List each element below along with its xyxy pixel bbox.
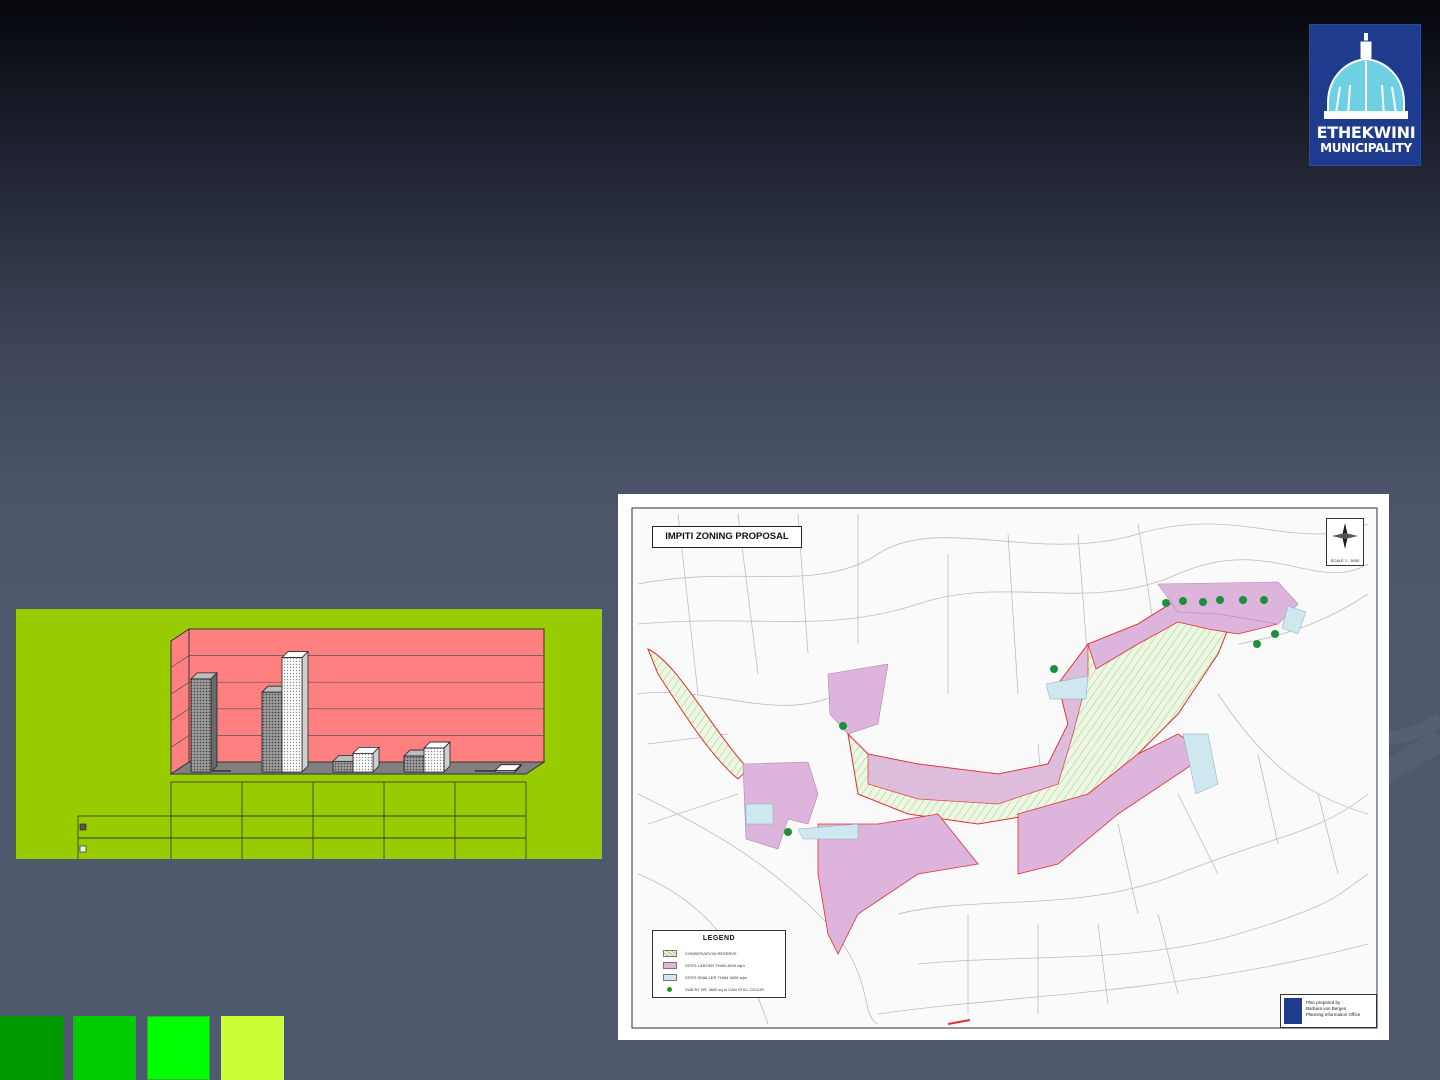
bar [281, 657, 303, 773]
map-scale: SCALE 1 : 5000 [1330, 558, 1360, 563]
series-key-icon [79, 845, 87, 853]
color-swatch [221, 1016, 284, 1080]
bar [494, 770, 516, 773]
green-dot-icon [667, 987, 672, 992]
color-swatch [0, 1016, 63, 1080]
logo-line-1: ETHEKWINI [1316, 123, 1416, 142]
zoning-map: IMPITI ZONING PROPOSAL SCALE 1 : 5000 LE… [618, 494, 1389, 1040]
bar [475, 770, 495, 772]
bar-side [210, 671, 218, 773]
legend-label: SITES LARGER THAN 3600 sqm [685, 963, 745, 968]
table-row [77, 837, 527, 859]
map-credit: Plan prepared by : Barbara von Bergen Pl… [1280, 994, 1377, 1028]
bar [403, 755, 425, 773]
bar [211, 770, 231, 772]
legend-label: CONSERVATION RESERVE [685, 951, 737, 956]
legend-item: SITES SMALLER THAN 3600 sqm [663, 973, 783, 983]
credit-line-3: Planning Information Office [1306, 1012, 1361, 1017]
plot-side-wall [170, 628, 190, 775]
bar [352, 752, 374, 773]
ethekwini-logo: ETHEKWINI MUNICIPALITY [1309, 24, 1421, 166]
map-legend: LEGEND CONSERVATION RESERVE SITES LARGER… [652, 930, 786, 998]
logo-line-2: MUNICIPALITY [1320, 141, 1412, 155]
legend-title: LEGEND [702, 935, 736, 942]
bar [332, 760, 354, 773]
pink-swatch-icon [663, 962, 677, 969]
legend-item: SUB BY SR: 3600 sq m CAN STILL OCCUR [663, 985, 783, 995]
bar-chart-panel [16, 609, 602, 859]
bar-chart [77, 628, 546, 859]
dome-icon [1324, 33, 1408, 119]
legend-item: SITES LARGER THAN 3600 sqm [663, 961, 783, 971]
bar-side [301, 650, 309, 773]
legend-label: SITES SMALLER THAN 3600 sqm [685, 975, 747, 980]
compass-icon [1332, 523, 1358, 549]
municipality-logo-icon [1284, 998, 1302, 1024]
blue-swatch-icon [663, 974, 677, 981]
bar [261, 691, 283, 773]
hatch-swatch-icon [663, 950, 677, 957]
table-row [77, 815, 527, 839]
bar [423, 747, 445, 773]
legend-label: SUB BY SR: 3600 sq m CAN STILL OCCUR [685, 987, 765, 992]
bar [190, 678, 212, 773]
table-header-row [170, 781, 527, 817]
series-key-icon [79, 823, 87, 831]
map-title: IMPITI ZONING PROPOSAL [652, 526, 802, 548]
credit-text: Plan prepared by : Barbara von Bergen Pl… [1306, 1000, 1360, 1018]
color-swatch [73, 1016, 136, 1080]
color-swatch [147, 1016, 210, 1080]
north-arrow: SCALE 1 : 5000 [1326, 518, 1364, 566]
plot-back-wall [188, 628, 545, 763]
legend-item: CONSERVATION RESERVE [663, 949, 783, 959]
